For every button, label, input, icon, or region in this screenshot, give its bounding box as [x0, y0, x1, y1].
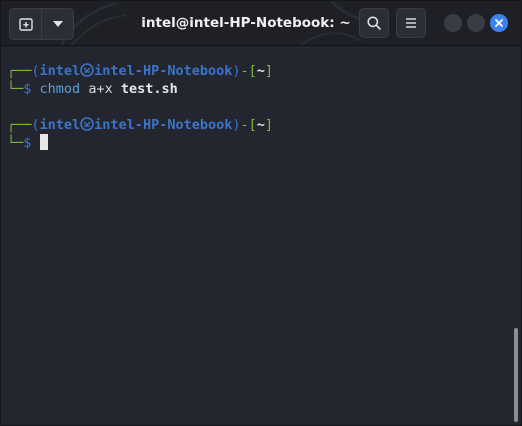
prompt-lower-corner: └─ — [7, 81, 24, 97]
text-cursor — [39, 134, 48, 150]
prompt-host: intel-HP-Notebook — [94, 63, 233, 79]
prompt-lower-corner: └─ — [7, 135, 24, 151]
minimize-button[interactable] — [444, 14, 462, 32]
prompt-open-bracket: [ — [248, 63, 257, 79]
maximize-button[interactable] — [467, 14, 485, 32]
prompt-header-line: ┌──(intel intel-HP-Notebook)-[~] — [7, 62, 273, 80]
prompt-frame-corner: ┌── — [7, 117, 32, 133]
terminal-output[interactable]: ┌──(intel intel-HP-Notebook)-[~] └─$ chmo… — [1, 46, 521, 425]
kali-skull-icon — [80, 117, 94, 131]
close-button[interactable] — [490, 14, 508, 32]
prompt-host: intel-HP-Notebook — [94, 117, 233, 133]
header-bar: intel@intel-HP-Notebook: ~ — [1, 1, 521, 46]
prompt-open-paren: ( — [31, 63, 40, 79]
prompt-open-bracket: [ — [248, 117, 257, 133]
new-tab-icon — [18, 18, 33, 31]
scrollbar-thumb[interactable] — [514, 328, 518, 422]
prompt-header-line: ┌──(intel intel-HP-Notebook)-[~] — [7, 116, 273, 134]
search-button[interactable] — [359, 8, 389, 38]
new-tab-button[interactable] — [10, 9, 41, 39]
kali-skull-icon — [80, 63, 94, 77]
input-line[interactable]: └─$ — [7, 134, 48, 152]
prompt-open-paren: ( — [31, 117, 40, 133]
prompt-dollar: $ — [23, 81, 32, 97]
command-args: a+x — [88, 81, 113, 97]
main-menu-button[interactable] — [396, 8, 426, 38]
chevron-down-icon — [52, 21, 63, 27]
terminal-window: intel@intel-HP-Notebook: ~ ┌──(intel int… — [0, 0, 522, 426]
prompt-cwd: ~ — [256, 117, 265, 133]
hamburger-menu-icon — [406, 18, 416, 28]
prompt-dash: - — [240, 63, 249, 79]
tab-menu-dropdown-button[interactable] — [41, 9, 73, 39]
tab-button-group — [9, 8, 74, 40]
command-file: test.sh — [120, 81, 178, 97]
prompt-close-bracket: ] — [264, 63, 274, 79]
close-icon — [495, 19, 503, 27]
prompt-cwd: ~ — [256, 63, 265, 79]
prompt-user: intel — [39, 63, 81, 79]
command-name: chmod — [39, 81, 81, 97]
search-icon — [367, 16, 381, 30]
prompt-dollar: $ — [23, 135, 32, 151]
prompt-dash: - — [240, 117, 249, 133]
prompt-frame-corner: ┌── — [7, 63, 32, 79]
window-title: intel@intel-HP-Notebook: ~ — [141, 15, 351, 31]
command-line: └─$ chmod a+x test.sh — [7, 80, 178, 98]
prompt-close-bracket: ] — [264, 117, 274, 133]
prompt-user: intel — [39, 117, 81, 133]
